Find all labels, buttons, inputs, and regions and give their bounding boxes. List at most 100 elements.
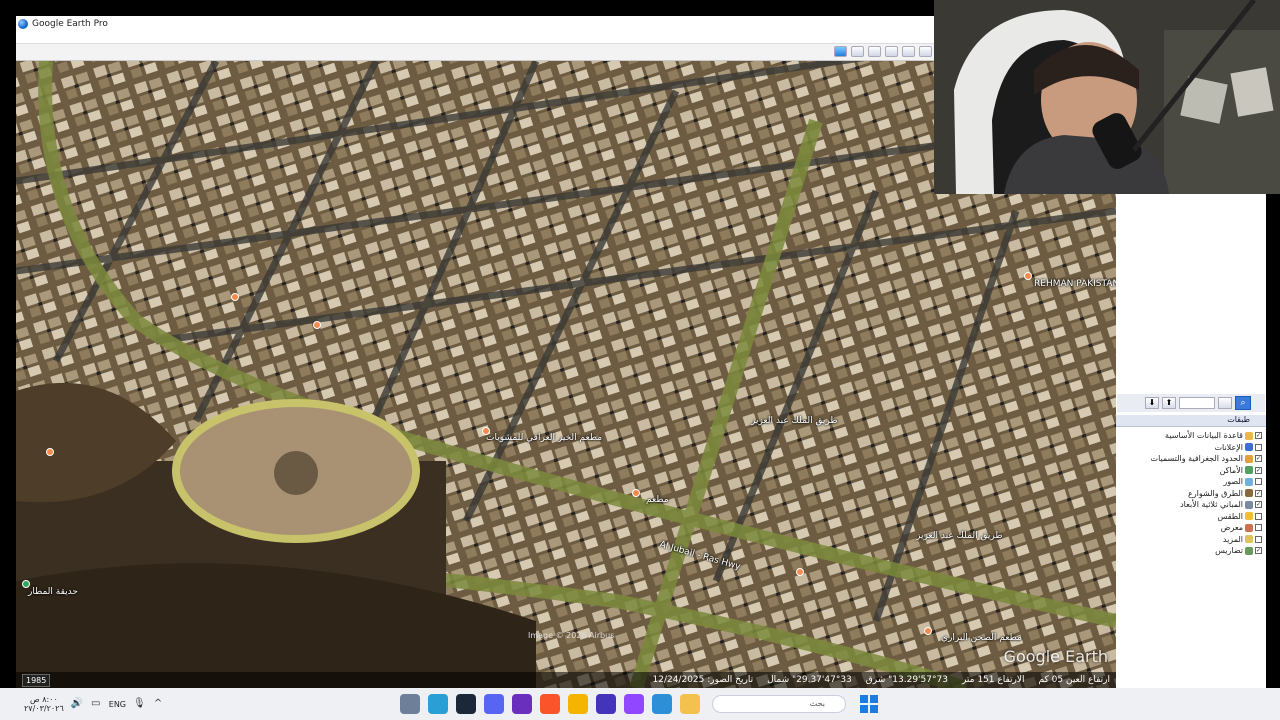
clock-date: ٢٧/٠٣/٢٠٢٦ <box>24 704 64 713</box>
poi-marker[interactable] <box>1024 272 1032 280</box>
google-earth-taskbar-icon[interactable] <box>400 694 420 714</box>
google-earth-logo: Google Earth <box>1003 647 1108 666</box>
brave-icon[interactable] <box>540 694 560 714</box>
search-controls: ⬇ ⬆ ⌕ <box>1117 394 1265 412</box>
print-icon[interactable] <box>885 46 898 57</box>
imagery-credit: Image © 2026 Airbus <box>528 631 615 640</box>
layer-checkbox[interactable]: ✓ <box>1255 432 1262 440</box>
email-icon[interactable] <box>902 46 915 57</box>
layer-label: المباني ثلاثية الأبعاد <box>1180 500 1243 510</box>
taskbar: ٨:٠٠ ص ٢٧/٠٣/٢٠٢٦ 🔊 ▭ ENG 🎙 ^ بحث <box>0 688 1280 720</box>
layer-item[interactable]: معرض <box>1116 522 1266 534</box>
layer-checkbox[interactable] <box>1255 443 1262 451</box>
historical-year-badge[interactable]: 1985 <box>22 674 51 687</box>
chevron-up-icon[interactable]: ^ <box>152 698 164 710</box>
app-diamond-icon[interactable] <box>596 694 616 714</box>
layer-checkbox[interactable] <box>1255 512 1262 520</box>
menu-bar[interactable] <box>16 32 934 44</box>
poi-label: مطعم <box>646 495 669 505</box>
ruler-icon[interactable] <box>919 46 932 57</box>
poi-label: REHMAN PAKISTANI R <box>1034 279 1116 289</box>
steam-icon[interactable] <box>456 694 476 714</box>
park-marker[interactable] <box>22 580 30 588</box>
layer-label: الإعلانات <box>1214 442 1243 452</box>
chrome-icon[interactable] <box>568 694 588 714</box>
layer-checkbox[interactable]: ✓ <box>1255 455 1262 463</box>
start-button[interactable] <box>860 695 878 713</box>
poi-marker[interactable] <box>924 627 932 635</box>
eye-altitude: ارتفاع العين 05 كم <box>1038 675 1110 685</box>
layer-item[interactable]: ✓ تضاريس <box>1116 545 1266 557</box>
search-input[interactable] <box>1179 397 1215 409</box>
layer-icon <box>1245 546 1253 555</box>
poi-marker[interactable] <box>796 568 804 576</box>
webcam-overlay <box>934 0 1280 194</box>
layer-item[interactable]: الطقس <box>1116 511 1266 523</box>
layer-icon <box>1245 454 1253 463</box>
layer-icon <box>1245 535 1253 544</box>
layer-item[interactable]: ✓ الطرق والشوارع <box>1116 488 1266 500</box>
store-icon[interactable] <box>652 694 672 714</box>
layer-label: المزيد <box>1222 534 1243 544</box>
layer-item[interactable]: الإعلانات <box>1116 442 1266 454</box>
layer-label: الصور <box>1223 477 1243 487</box>
layer-icon <box>1245 500 1253 509</box>
layer-checkbox[interactable] <box>1255 478 1262 486</box>
layers-header[interactable]: طبقات <box>1116 415 1266 427</box>
taskbar-search[interactable]: بحث <box>712 695 846 713</box>
layer-label: الطرق والشوارع <box>1187 488 1243 498</box>
layer-item[interactable]: الصور <box>1116 476 1266 488</box>
longitude: 57°73'13.29" شرق <box>865 675 948 685</box>
poi-marker[interactable] <box>313 321 321 329</box>
layer-item[interactable]: ✓ قاعدة البيانات الأساسية <box>1116 430 1266 442</box>
poi-marker[interactable] <box>46 448 54 456</box>
microphone-icon[interactable]: 🎙 <box>133 698 146 710</box>
poi-marker[interactable] <box>632 489 640 497</box>
discord-icon[interactable] <box>484 694 504 714</box>
toolbar <box>16 44 934 61</box>
layer-item[interactable]: ✓ الأماكن <box>1116 465 1266 477</box>
clock-time: ٨:٠٠ ص <box>29 695 58 704</box>
search-icon[interactable]: ⌕ <box>1235 396 1251 410</box>
layer-checkbox[interactable] <box>1255 535 1262 543</box>
latitude: 47°33'29.37" شمال <box>767 675 852 685</box>
image-icon[interactable] <box>851 46 864 57</box>
layer-icon <box>1245 466 1253 475</box>
save-image-icon[interactable] <box>868 46 881 57</box>
layer-label: تضاريس <box>1215 546 1243 556</box>
side-panel: ⬇ ⬆ ⌕ طبقات ✓ قاعدة البيانات الأساسية الإع… <box>1116 194 1266 688</box>
app-taskbar-icon[interactable] <box>428 694 448 714</box>
network-icon[interactable]: ▭ <box>90 698 102 710</box>
speaker-icon[interactable]: 🔊 <box>71 698 83 710</box>
layer-checkbox[interactable]: ✓ <box>1255 547 1262 555</box>
layer-label: الطقس <box>1217 511 1243 521</box>
layer-item[interactable]: ✓ المباني ثلاثية الأبعاد <box>1116 499 1266 511</box>
layer-item[interactable]: المزيد <box>1116 534 1266 546</box>
earth-view-icon[interactable] <box>834 46 847 57</box>
poi-label: مطعم الصحن البراري <box>941 633 1022 643</box>
panel-toggle-icon[interactable] <box>1218 397 1232 409</box>
layer-checkbox[interactable]: ✓ <box>1255 501 1262 509</box>
status-bar: ارتفاع العين 05 كم الارتفاع 151 متر 57°7… <box>16 672 1116 688</box>
language-indicator[interactable]: ENG <box>109 700 126 709</box>
layer-label: معرض <box>1220 523 1243 533</box>
layer-checkbox[interactable]: ✓ <box>1255 466 1262 474</box>
nexus-icon[interactable] <box>512 694 532 714</box>
layers-list: ✓ قاعدة البيانات الأساسية الإعلانات ✓ الحدود… <box>1116 430 1266 557</box>
layer-checkbox[interactable]: ✓ <box>1255 489 1262 497</box>
arrow-down-icon[interactable]: ⬇ <box>1145 397 1159 409</box>
file-explorer-icon[interactable] <box>680 694 700 714</box>
clock[interactable]: ٨:٠٠ ص ٢٧/٠٣/٢٠٢٦ <box>24 695 64 713</box>
poi-marker[interactable] <box>482 427 490 435</box>
street-label: طريق الملك عبد العزيز <box>751 416 838 426</box>
layer-icon <box>1245 477 1253 486</box>
park-label: حديقة المطار <box>28 587 78 597</box>
poi-label: مطعم الخير العراقي للمشويات <box>486 433 603 443</box>
layer-checkbox[interactable] <box>1255 524 1262 532</box>
arrow-up-icon[interactable]: ⬆ <box>1162 397 1176 409</box>
poi-marker[interactable] <box>231 293 239 301</box>
twitch-icon[interactable] <box>624 694 644 714</box>
layer-item[interactable]: ✓ الحدود الجغرافية والتسميات <box>1116 453 1266 465</box>
elevation: الارتفاع 151 متر <box>961 675 1025 685</box>
layer-icon <box>1245 431 1253 440</box>
